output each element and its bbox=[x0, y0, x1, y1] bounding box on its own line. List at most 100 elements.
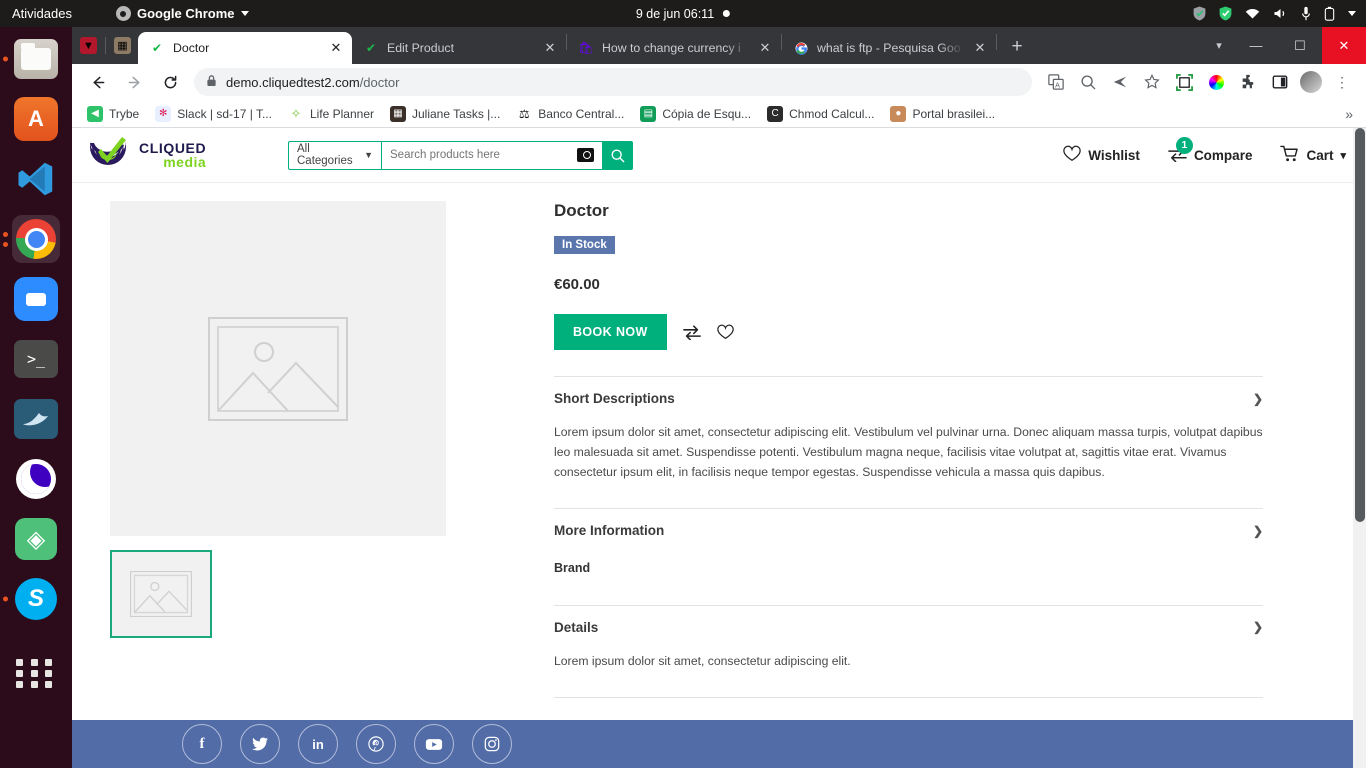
close-icon[interactable]: ✕ bbox=[972, 40, 988, 56]
forward-button[interactable] bbox=[120, 68, 148, 96]
volume-icon[interactable] bbox=[1273, 7, 1288, 20]
send-icon[interactable] bbox=[1107, 69, 1133, 95]
close-icon[interactable]: ✕ bbox=[757, 40, 773, 56]
dock-item-ubuntu-software[interactable]: A bbox=[12, 95, 60, 143]
accordion-header[interactable]: Details ❯ bbox=[554, 620, 1263, 635]
accordion-header[interactable]: Short Descriptions ❯ bbox=[554, 391, 1263, 406]
bookmark-label: Slack | sd-17 | T... bbox=[177, 106, 272, 121]
tab-how-to-change-currency[interactable]: 🛍 How to change currency i ✕ bbox=[567, 32, 781, 64]
green-app-icon: ◈ bbox=[15, 518, 57, 560]
system-tray[interactable] bbox=[1193, 6, 1356, 21]
page-scrollbar[interactable] bbox=[1353, 128, 1366, 768]
microphone-icon[interactable] bbox=[1301, 6, 1311, 21]
check-shield-icon[interactable] bbox=[1219, 6, 1232, 21]
activities-button[interactable]: Atividades bbox=[12, 6, 72, 21]
category-select-value: All Categories bbox=[297, 143, 353, 167]
capture-icon[interactable] bbox=[1171, 69, 1197, 95]
close-icon[interactable]: ✕ bbox=[328, 40, 344, 56]
bookmark-trybe[interactable]: ◀ Trybe bbox=[81, 104, 145, 124]
google-icon bbox=[793, 40, 809, 56]
show-applications-button[interactable] bbox=[12, 649, 60, 697]
dock-item-green-app[interactable]: ◈ bbox=[12, 515, 60, 563]
bookmark-star-icon[interactable] bbox=[1139, 69, 1165, 95]
tab-group-icon[interactable]: ▦ bbox=[114, 37, 131, 54]
product-main-image[interactable] bbox=[110, 201, 446, 536]
compare-icon[interactable] bbox=[682, 324, 701, 340]
browser-toolbar: demo.cliquedtest2.com/doctor A ⋮ bbox=[72, 64, 1366, 100]
battery-icon[interactable] bbox=[1324, 6, 1335, 21]
bookmark-slack[interactable]: ✻ Slack | sd-17 | T... bbox=[149, 104, 278, 124]
site-logo[interactable]: CLIQUED media bbox=[86, 135, 266, 175]
tab-search-icon[interactable]: ▼ bbox=[80, 37, 97, 54]
tab-what-is-ftp[interactable]: what is ftp - Pesquisa Goo ✕ bbox=[782, 32, 996, 64]
shield-icon[interactable] bbox=[1193, 6, 1206, 21]
tab-edit-product[interactable]: ✔ Edit Product ✕ bbox=[352, 32, 566, 64]
book-now-button[interactable]: BOOK NOW bbox=[554, 314, 667, 350]
maximize-button[interactable]: ☐ bbox=[1278, 27, 1322, 64]
close-window-button[interactable]: ✕ bbox=[1322, 27, 1366, 64]
dock-item-skype[interactable]: S bbox=[12, 575, 60, 623]
app-menu[interactable]: Google Chrome bbox=[115, 6, 249, 21]
wishlist-heart-icon[interactable] bbox=[716, 324, 734, 340]
instagram-icon[interactable] bbox=[472, 724, 512, 764]
clock[interactable]: 9 de jun 06:11 bbox=[636, 7, 731, 21]
search-submit-button[interactable] bbox=[602, 141, 632, 169]
bookmark-juliane-tasks[interactable]: ▦ Juliane Tasks |... bbox=[384, 104, 506, 124]
sidepanel-icon[interactable] bbox=[1267, 69, 1293, 95]
address-bar[interactable]: demo.cliquedtest2.com/doctor bbox=[194, 68, 1032, 96]
bookmarks-overflow-button[interactable]: » bbox=[1345, 106, 1357, 122]
facebook-icon[interactable]: f bbox=[182, 724, 222, 764]
chevron-down-icon[interactable] bbox=[1348, 11, 1356, 16]
pinterest-icon[interactable] bbox=[356, 724, 396, 764]
zoom-out-icon[interactable] bbox=[1075, 69, 1101, 95]
reload-button[interactable] bbox=[156, 68, 184, 96]
search-input[interactable] bbox=[390, 149, 571, 161]
dock-item-insomnia[interactable] bbox=[12, 455, 60, 503]
chevron-down-icon[interactable]: ❯ bbox=[1253, 524, 1263, 538]
close-icon[interactable]: ✕ bbox=[542, 40, 558, 56]
wishlist-link[interactable]: Wishlist bbox=[1063, 145, 1140, 165]
cart-icon bbox=[1280, 145, 1299, 166]
bookmark-label: Cópia de Esqu... bbox=[662, 106, 752, 121]
dock-item-google-chrome[interactable] bbox=[3, 215, 60, 263]
new-tab-button[interactable]: + bbox=[1003, 33, 1031, 61]
tab-doctor[interactable]: ✔ Doctor ✕ bbox=[138, 32, 352, 64]
wifi-icon[interactable] bbox=[1245, 8, 1260, 20]
compare-link[interactable]: 1 Compare bbox=[1168, 136, 1252, 165]
accordion-short-descriptions: Short Descriptions ❯ Lorem ipsum dolor s… bbox=[554, 376, 1263, 482]
category-select[interactable]: All Categories ▼ bbox=[289, 141, 382, 169]
logo-text: CLIQUED media bbox=[139, 139, 207, 169]
scrollbar-thumb[interactable] bbox=[1355, 128, 1365, 522]
kebab-menu-icon[interactable]: ⋮ bbox=[1329, 69, 1355, 95]
accordion-header[interactable]: More Information ❯ bbox=[554, 523, 1263, 538]
translate-icon[interactable]: A bbox=[1043, 69, 1069, 95]
dock-item-mysql-workbench[interactable] bbox=[12, 395, 60, 443]
dock-item-files[interactable] bbox=[12, 35, 60, 83]
linkedin-icon[interactable]: in bbox=[298, 724, 338, 764]
bookmark-chmod-calculator[interactable]: C Chmod Calcul... bbox=[761, 104, 880, 124]
dock-item-zoom[interactable] bbox=[12, 275, 60, 323]
dock-item-vscode[interactable] bbox=[12, 155, 60, 203]
bookmark-portal-brasileiro[interactable]: ● Portal brasilei... bbox=[884, 104, 1001, 124]
twitter-icon[interactable] bbox=[240, 724, 280, 764]
camera-icon[interactable] bbox=[577, 148, 594, 162]
dock-item-terminal[interactable]: >_ bbox=[12, 335, 60, 383]
back-button[interactable] bbox=[84, 68, 112, 96]
product-thumbnail-1[interactable] bbox=[110, 550, 212, 638]
chevron-down-icon[interactable]: ❯ bbox=[1253, 620, 1263, 634]
minimize-button[interactable]: — bbox=[1234, 27, 1278, 64]
bookmark-life-planner[interactable]: ✧ Life Planner bbox=[282, 104, 380, 124]
extensions-puzzle-icon[interactable] bbox=[1235, 69, 1261, 95]
logo-line1: CLIQUED bbox=[139, 139, 207, 156]
chevron-down-icon[interactable]: ❯ bbox=[1253, 392, 1263, 406]
bookmark-copia-de-esqu[interactable]: ▤ Cópia de Esqu... bbox=[634, 104, 757, 124]
profile-avatar[interactable] bbox=[1300, 71, 1322, 93]
color-wheel-icon[interactable] bbox=[1203, 69, 1229, 95]
cart-link[interactable]: Cart ▾ bbox=[1280, 145, 1346, 166]
divider bbox=[996, 33, 997, 50]
bookmark-label: Chmod Calcul... bbox=[789, 106, 875, 121]
chevron-down-icon[interactable]: ▾ bbox=[1204, 27, 1234, 64]
chevron-down-icon bbox=[240, 11, 249, 16]
youtube-icon[interactable] bbox=[414, 724, 454, 764]
bookmark-banco-central[interactable]: ⚖ Banco Central... bbox=[510, 104, 630, 124]
